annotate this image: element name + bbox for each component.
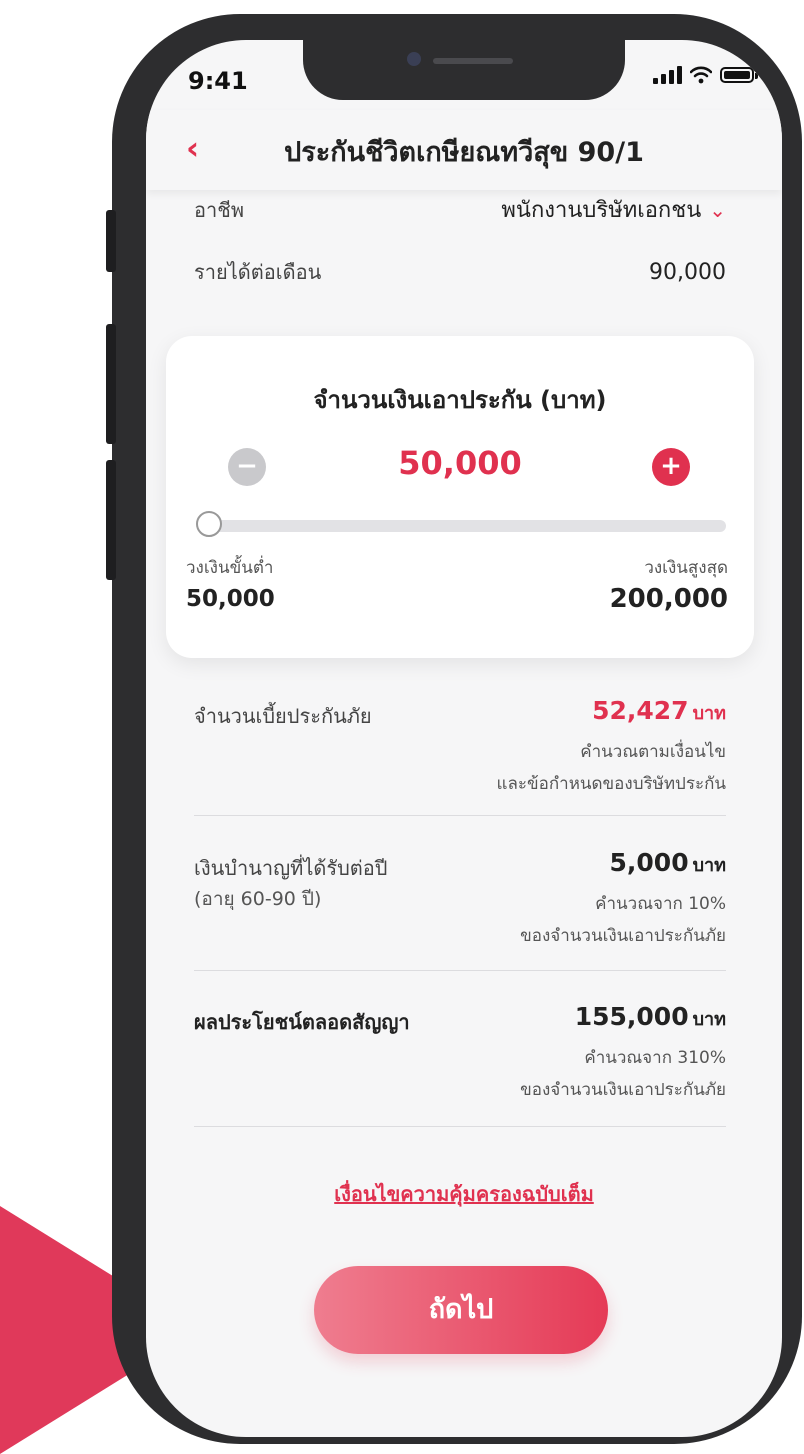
- benefit-note-1: คำนวณจาก 310%: [584, 1048, 726, 1068]
- speaker-grille: [433, 58, 513, 64]
- annuity-unit: บาท: [692, 855, 726, 876]
- battery-icon: [720, 67, 758, 83]
- mute-switch: [106, 210, 116, 272]
- occupation-select[interactable]: พนักงานบริษัทเอกชน ⌄: [501, 192, 726, 227]
- app-header: ‹ ประกันชีวิตเกษียณทวีสุข 90/1: [146, 110, 782, 190]
- divider: [194, 815, 726, 816]
- plus-button[interactable]: +: [652, 448, 690, 486]
- benefit-note-2: ของจำนวนเงินเอาประกันภัย: [520, 1080, 726, 1100]
- annuity-label: เงินบำนาญที่ได้รับต่อปี: [194, 856, 388, 880]
- status-icons: [653, 66, 758, 84]
- premium-amount: 52,427: [592, 696, 689, 725]
- app-screen: 9:41 ‹ ประกันชีวิตเกษียณทวีสุข 90/1 อาชี…: [146, 40, 782, 1437]
- income-label: รายได้ต่อเดือน: [194, 260, 322, 284]
- income-value: 90,000: [649, 259, 726, 285]
- amount-slider[interactable]: [196, 511, 726, 537]
- chevron-down-icon: ⌄: [709, 198, 726, 222]
- divider: [194, 1126, 726, 1127]
- occupation-row[interactable]: อาชีพ พนักงานบริษัทเอกชน ⌄: [194, 192, 726, 227]
- occupation-label: อาชีพ: [194, 197, 244, 222]
- premium-value: 52,427 บาท: [592, 696, 726, 727]
- benefit-amount: 155,000: [574, 1002, 689, 1031]
- wifi-icon: [690, 66, 712, 84]
- annuity-note-2: ของจำนวนเงินเอาประกันภัย: [520, 926, 726, 946]
- benefit-unit: บาท: [692, 1009, 726, 1030]
- annuity-age-range: (อายุ 60-90 ปี): [194, 888, 322, 910]
- benefit-label: ผลประโยชน์ตลอดสัญญา: [194, 1010, 410, 1034]
- page-title: ประกันชีวิตเกษียณทวีสุข 90/1: [284, 137, 644, 168]
- annuity-value: 5,000 บาท: [610, 848, 726, 879]
- max-limit-label: วงเงินสูงสุด: [644, 558, 728, 578]
- occupation-value: พนักงานบริษัทเอกชน: [501, 198, 702, 223]
- signal-icon: [653, 66, 682, 84]
- annuity-amount: 5,000: [609, 848, 689, 877]
- slider-thumb[interactable]: [196, 511, 222, 537]
- benefit-value: 155,000 บาท: [575, 1002, 726, 1033]
- annuity-note-1: คำนวณจาก 10%: [595, 894, 726, 914]
- premium-note-2: และข้อกำหนดของบริษัทประกัน: [496, 774, 726, 794]
- premium-note-1: คำนวณตามเงื่อนไข: [580, 742, 726, 762]
- volume-down-button: [106, 460, 116, 580]
- front-camera-icon: [407, 52, 421, 66]
- sum-insured-title: จำนวนเงินเอาประกัน (บาท): [313, 386, 607, 414]
- divider: [194, 970, 726, 971]
- min-limit-label: วงเงินขั้นต่ำ: [186, 558, 274, 578]
- premium-label: จำนวนเบี้ยประกันภัย: [194, 704, 372, 728]
- status-time: 9:41: [188, 67, 248, 95]
- income-row: รายได้ต่อเดือน 90,000: [194, 256, 726, 288]
- min-limit-value: 50,000: [186, 586, 275, 612]
- max-limit-value: 200,000: [609, 584, 728, 614]
- notch: [303, 40, 625, 100]
- volume-up-button: [106, 324, 116, 444]
- sum-insured-card: จำนวนเงินเอาประกัน (บาท) − 50,000 + วงเง…: [166, 336, 754, 658]
- premium-unit: บาท: [692, 703, 726, 724]
- next-button[interactable]: ถัดไป: [314, 1266, 608, 1354]
- full-coverage-terms-link[interactable]: เงื่อนไขความคุ้มครองฉบับเต็ม: [146, 1178, 782, 1210]
